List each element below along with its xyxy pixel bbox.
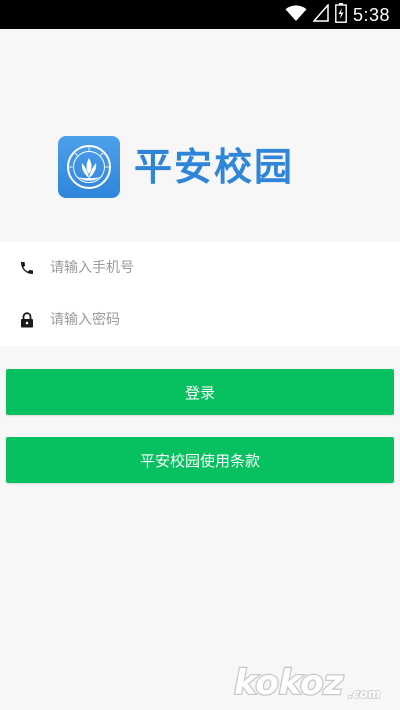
svg-text:kokoz: kokoz: [234, 663, 344, 702]
phone-input[interactable]: [50, 253, 380, 283]
signal-icon: [312, 3, 329, 26]
watermark-logo: kokoz .com: [232, 658, 392, 705]
svg-text:.com: .com: [348, 687, 380, 701]
phone-icon: [18, 259, 36, 277]
wifi-icon: [285, 4, 307, 26]
phone-row: [0, 242, 400, 294]
password-input[interactable]: [50, 305, 380, 335]
terms-button[interactable]: 平安校园使用条款: [6, 437, 394, 483]
school-emblem-icon: [58, 136, 120, 198]
login-button[interactable]: 登录: [6, 369, 394, 415]
app-logo: 平安校园: [58, 136, 318, 198]
password-row: [0, 294, 400, 346]
login-form: [0, 242, 400, 346]
app-name: 平安校园: [134, 145, 295, 189]
status-icons: 5:38: [285, 3, 390, 27]
lock-icon: [18, 311, 36, 329]
status-bar: 5:38: [0, 0, 400, 29]
status-time: 5:38: [352, 4, 390, 25]
battery-icon: [335, 3, 347, 27]
